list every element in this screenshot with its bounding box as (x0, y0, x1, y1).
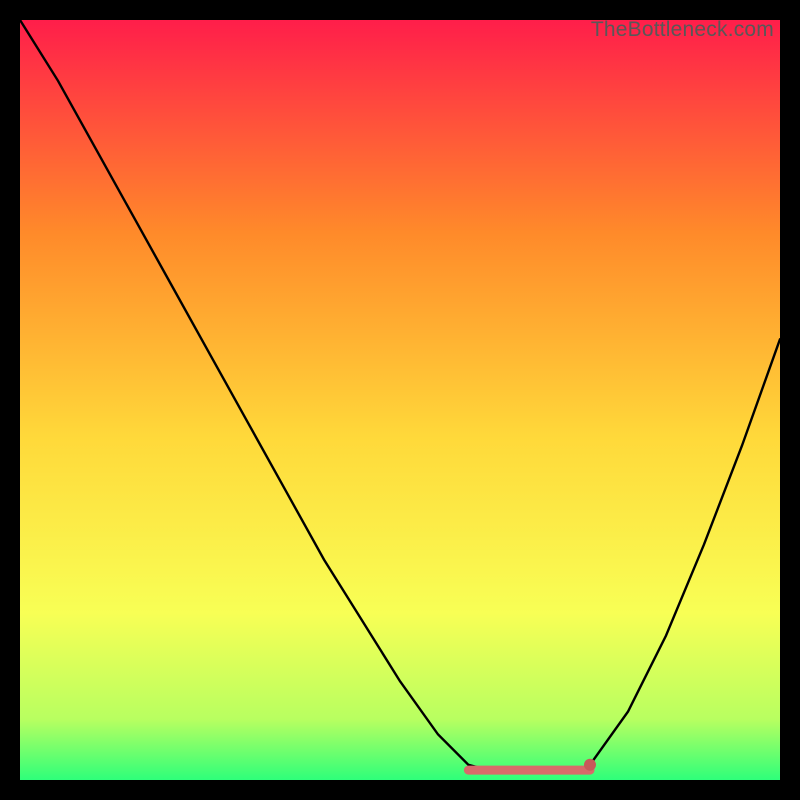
chart-frame: TheBottleneck.com (20, 20, 780, 780)
bottleneck-curve (20, 20, 780, 780)
